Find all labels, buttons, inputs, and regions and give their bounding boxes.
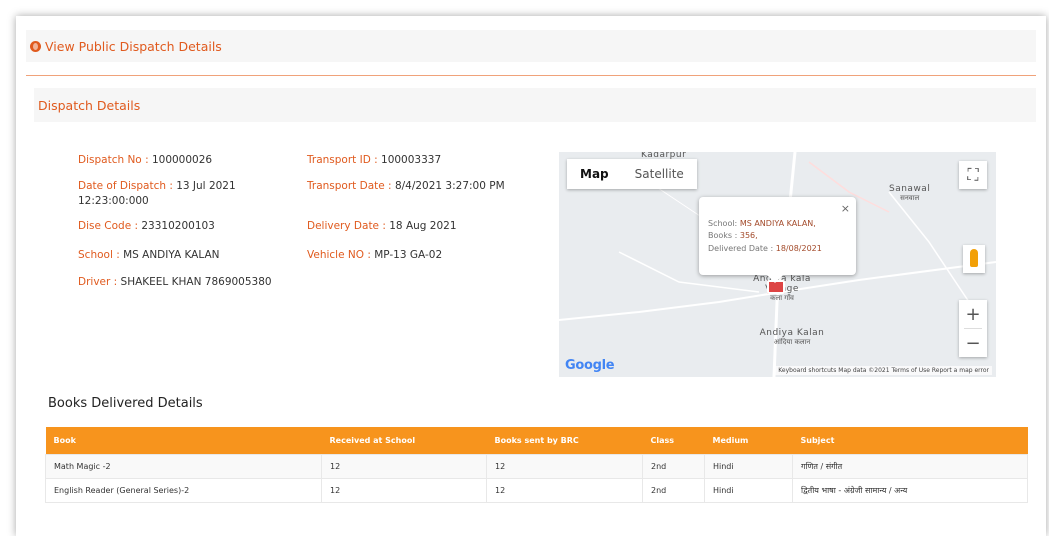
transport-date: Transport Date : 8/4/2021 3:27:00 PM <box>307 179 522 194</box>
date-of-dispatch: Date of Dispatch : 13 Jul 2021 12:23:00:… <box>78 179 278 209</box>
info-school: School: MS ANDIYA KALAN, <box>708 218 847 230</box>
vehicle-no: Vehicle NO : MP-13 GA-02 <box>307 248 537 263</box>
place-kadarpur: Kadarpur <box>641 152 687 160</box>
map-info-window: × School: MS ANDIYA KALAN, Books : 356, … <box>699 197 856 283</box>
col-received: Received at School <box>321 427 487 454</box>
place-sanawal: Sanawal सनवाल <box>889 184 930 203</box>
info-books-value: 356, <box>739 231 758 241</box>
cell-medium: Hindi <box>704 453 793 479</box>
vehicle-no-label: Vehicle NO : <box>307 249 371 261</box>
globe-icon <box>30 40 41 52</box>
map-type-toggle[interactable]: Map Satellite <box>567 159 697 189</box>
info-delivered-label: Delivered Date : <box>708 243 774 253</box>
cell-class: 2nd <box>642 477 705 503</box>
place-sanawal-hi: सनवाल <box>900 194 920 202</box>
public-dispatch-header[interactable]: View Public Dispatch Details <box>26 30 1036 62</box>
divider <box>26 75 1036 76</box>
transport-id-value: 100003337 <box>381 154 442 166</box>
place-village-hi: कला गाँव <box>770 294 794 302</box>
delivery-date-label: Delivery Date : <box>307 220 386 232</box>
cell-class: 2nd <box>642 453 705 479</box>
table-row: Math Magic -2 12 12 2nd Hindi गणित / संग… <box>45 453 1028 479</box>
page-frame: View Public Dispatch Details Dispatch De… <box>16 16 1046 536</box>
cell-received: 12 <box>321 477 487 503</box>
cell-books-sent: 12 <box>486 477 643 503</box>
place-andiya-kalan-en: Andiya Kalan <box>759 328 825 338</box>
transport-date-label: Transport Date : <box>307 180 392 192</box>
dise-code: Dise Code : 23310200103 <box>78 219 278 234</box>
close-icon[interactable]: × <box>841 200 850 217</box>
vehicle-no-value: MP-13 GA-02 <box>374 249 443 261</box>
cell-medium: Hindi <box>704 477 793 503</box>
delivery-date: Delivery Date : 18 Aug 2021 <box>307 219 537 234</box>
books-delivered-title: Books Delivered Details <box>48 396 203 411</box>
zoom-controls: + − <box>959 300 987 357</box>
dispatch-details-header: Dispatch Details <box>34 88 1036 122</box>
info-delivered-value: 18/08/2021 <box>775 243 822 253</box>
place-sanawal-en: Sanawal <box>889 184 931 194</box>
table-row: English Reader (General Series)-2 12 12 … <box>45 477 1028 503</box>
cell-subject: द्वितीय भाषा - अंग्रेजी सामान्य / अन्य <box>792 477 1028 503</box>
dispatch-no-value: 100000026 <box>151 154 213 166</box>
cell-books-sent: 12 <box>486 453 643 479</box>
info-school-value: MS ANDIYA KALAN, <box>739 219 816 228</box>
cell-book: English Reader (General Series)-2 <box>45 477 322 503</box>
dise-code-value: 23310200103 <box>141 220 215 232</box>
place-andiya-kalan: Andiya Kalan आंदिया कलान <box>747 328 837 347</box>
date-of-dispatch-label: Date of Dispatch : <box>78 180 173 192</box>
delivery-date-value: 18 Aug 2021 <box>389 220 457 232</box>
dise-code-label: Dise Code : <box>78 220 139 232</box>
section-title: Dispatch Details <box>38 97 141 113</box>
school-label: School : <box>78 249 120 261</box>
zoom-in-button[interactable]: + <box>959 300 987 328</box>
tab-satellite[interactable]: Satellite <box>622 159 697 189</box>
cell-book: Math Magic -2 <box>45 453 322 479</box>
driver: Driver : SHAKEEL KHAN 7869005380 <box>78 275 338 290</box>
tab-map[interactable]: Map <box>567 159 622 189</box>
info-delivered: Delivered Date : 18/08/2021 <box>708 243 847 255</box>
dispatch-map[interactable]: Map Satellite ⛶ + − Kadarpur Sanawal सनव… <box>559 152 996 377</box>
col-medium: Medium <box>704 427 793 454</box>
cell-subject: गणित / संगीत <box>792 453 1028 479</box>
table-header-row: Book Received at School Books sent by BR… <box>45 427 1028 454</box>
info-books-label: Books : <box>708 231 738 241</box>
map-attribution[interactable]: Keyboard shortcuts Map data ©2021 Terms … <box>775 366 992 375</box>
zoom-out-button[interactable]: − <box>959 329 987 357</box>
page-title: View Public Dispatch Details <box>45 38 222 54</box>
dispatch-no: Dispatch No : 100000026 <box>78 153 278 168</box>
col-book: Book <box>45 427 322 454</box>
col-books-sent: Books sent by BRC <box>486 427 643 454</box>
info-school-label: School: <box>708 219 738 228</box>
col-subject: Subject <box>792 427 1028 454</box>
books-table: Book Received at School Books sent by BR… <box>45 427 1028 503</box>
transport-id-label: Transport ID : <box>307 154 378 166</box>
dispatch-no-label: Dispatch No : <box>78 154 149 166</box>
info-books: Books : 356, <box>708 230 847 242</box>
transport-date-value: 8/4/2021 3:27:00 PM <box>394 180 505 192</box>
school-value: MS ANDIYA KALAN <box>123 249 220 261</box>
driver-value: SHAKEEL KHAN 7869005380 <box>120 276 272 288</box>
col-class: Class <box>642 427 705 454</box>
school: School : MS ANDIYA KALAN <box>78 248 278 263</box>
place-andiya-kalan-hi: आंदिया कलान <box>773 338 811 346</box>
driver-label: Driver : <box>78 276 118 288</box>
cell-received: 12 <box>321 453 487 479</box>
google-logo[interactable]: Google <box>565 358 615 373</box>
transport-id: Transport ID : 100003337 <box>307 153 537 168</box>
fullscreen-icon[interactable]: ⛶ <box>959 161 987 189</box>
street-view-pegman-icon[interactable] <box>963 245 985 273</box>
